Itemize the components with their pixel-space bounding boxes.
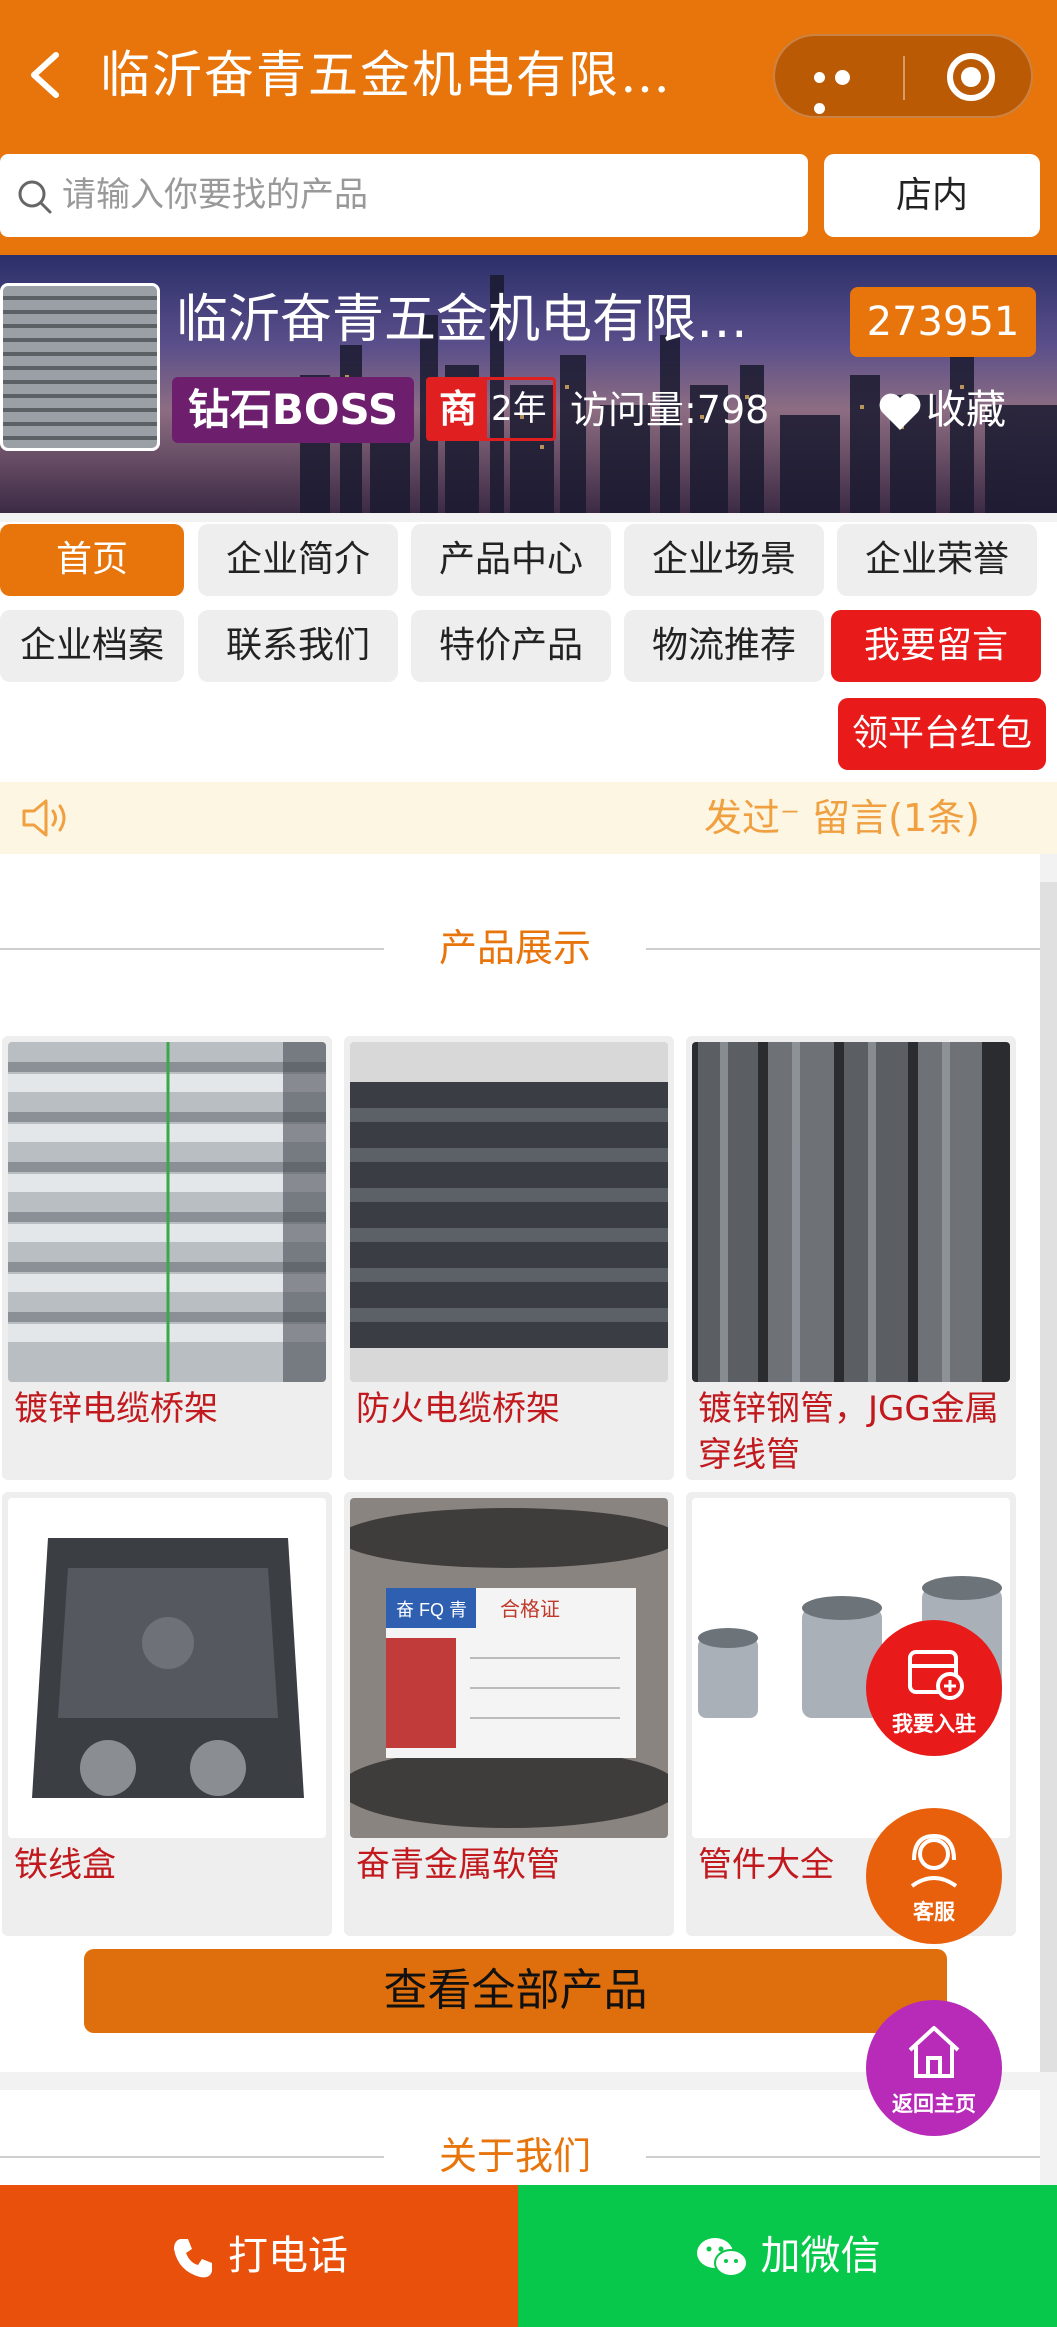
- diamond-boss-badge: 钻石BOSS: [172, 377, 414, 443]
- nav-home[interactable]: 首页: [0, 524, 184, 596]
- notice-text[interactable]: 发过⁻ 留言(1条): [704, 782, 980, 854]
- search-placeholder: 请输入你要找的产品: [62, 175, 368, 215]
- store-add-icon: [908, 1650, 964, 1700]
- product-card[interactable]: 奋 FQ 青 合格证 奋青金属软管: [344, 1492, 674, 1936]
- back-home-button[interactable]: 返回主页: [866, 2000, 1002, 2136]
- mini-program-capsule: [773, 34, 1033, 118]
- back-arrow-icon[interactable]: [22, 45, 72, 105]
- speaker-icon: [22, 799, 66, 837]
- product-name: 镀锌电缆桥架: [14, 1389, 218, 1429]
- product-name: 防火电缆桥架: [356, 1389, 560, 1429]
- nav-contact-us[interactable]: 联系我们: [198, 610, 398, 682]
- capsule-divider: [903, 56, 905, 100]
- nav-company-scenes[interactable]: 企业场景: [624, 524, 824, 596]
- product-image: [8, 1498, 326, 1838]
- nav-product-center[interactable]: 产品中心: [411, 524, 611, 596]
- search-icon: [18, 180, 52, 214]
- section-title: 关于我们: [438, 2134, 591, 2178]
- product-card[interactable]: 镀锌钢管，JGG金属穿线管: [686, 1036, 1016, 1480]
- product-card[interactable]: 铁线盒: [2, 1492, 332, 1936]
- page-title: 临沂奋青五金机电有限…: [100, 46, 672, 104]
- product-name: 镀锌钢管，JGG金属穿线管: [698, 1389, 999, 1475]
- about-section-header: 关于我们: [0, 2126, 1040, 2186]
- hose-brand-text: 奋 FQ 青: [396, 1600, 467, 1620]
- heart-icon: [879, 393, 921, 430]
- close-target-icon[interactable]: [947, 53, 995, 101]
- call-label: 打电话: [228, 2233, 348, 2279]
- section-title: 产品展示: [438, 926, 591, 970]
- store-code-badge: 273951: [850, 287, 1036, 357]
- wechat-icon: [696, 2238, 748, 2277]
- wechat-button[interactable]: 加微信: [518, 2185, 1057, 2327]
- nav-leave-message[interactable]: 我要留言: [831, 610, 1041, 682]
- product-card[interactable]: 防火电缆桥架: [344, 1036, 674, 1480]
- product-image: [8, 1042, 326, 1382]
- merchant-years: 2年: [491, 389, 547, 429]
- favorite-label: 收藏: [926, 387, 1006, 433]
- customer-service-label: 客服: [913, 1900, 955, 1924]
- scrollbar[interactable]: [1040, 882, 1057, 2072]
- home-icon: [908, 2026, 960, 2078]
- back-home-label: 返回主页: [892, 2092, 976, 2116]
- more-icon[interactable]: [809, 64, 873, 114]
- headset-icon: [910, 1833, 958, 1888]
- store-banner: 临沂奋青五金机电有限… 273951 钻石BOSS 商 2年 访问量:798 收…: [0, 255, 1057, 513]
- hose-label-title: 合格证: [500, 1598, 560, 1621]
- notice-bar: 发过⁻ 留言(1条): [0, 782, 1057, 854]
- product-image: 奋 FQ 青 合格证: [350, 1498, 668, 1838]
- product-image: [350, 1042, 668, 1382]
- product-name: 铁线盒: [14, 1845, 116, 1885]
- top-bar: 临沂奋青五金机电有限…: [0, 0, 1057, 150]
- nav-company-honors[interactable]: 企业荣誉: [837, 524, 1037, 596]
- join-button[interactable]: 我要入驻: [866, 1620, 1002, 1756]
- wechat-label: 加微信: [760, 2233, 881, 2279]
- nav-company-intro[interactable]: 企业简介: [198, 524, 398, 596]
- search-input[interactable]: 请输入你要找的产品: [0, 154, 808, 237]
- merchant-badge-label: 商: [429, 380, 487, 438]
- store-nav: 首页 企业简介 产品中心 企业场景 企业荣誉 企业档案 联系我们 特价产品 物流…: [0, 522, 1057, 782]
- customer-service-button[interactable]: 客服: [866, 1808, 1002, 1944]
- red-packet-button[interactable]: 领平台红包: [838, 698, 1046, 770]
- product-name: 奋青金属软管: [356, 1845, 560, 1885]
- store-name: 临沂奋青五金机电有限…: [176, 290, 749, 350]
- nav-logistics[interactable]: 物流推荐: [624, 610, 824, 682]
- bottom-action-bar: 打电话 加微信: [0, 2185, 1057, 2327]
- product-section-header: 产品展示: [0, 918, 1040, 978]
- phone-icon: [174, 2239, 212, 2278]
- product-image: [692, 1042, 1010, 1382]
- search-scope-button[interactable]: 店内: [824, 154, 1040, 237]
- product-card[interactable]: 镀锌电缆桥架: [2, 1036, 332, 1480]
- search-bar: 请输入你要找的产品 店内: [0, 150, 1057, 255]
- visit-count: 访问量:798: [570, 388, 770, 432]
- view-all-products-button[interactable]: 查看全部产品: [84, 1949, 947, 2033]
- nav-company-archive[interactable]: 企业档案: [0, 610, 184, 682]
- store-thumbnail: [0, 283, 160, 451]
- join-label: 我要入驻: [892, 1712, 976, 1736]
- nav-special-products[interactable]: 特价产品: [411, 610, 611, 682]
- favorite-button[interactable]: 收藏: [878, 377, 1006, 443]
- call-button[interactable]: 打电话: [0, 2185, 518, 2327]
- merchant-years-badge: 商 2年: [426, 377, 556, 441]
